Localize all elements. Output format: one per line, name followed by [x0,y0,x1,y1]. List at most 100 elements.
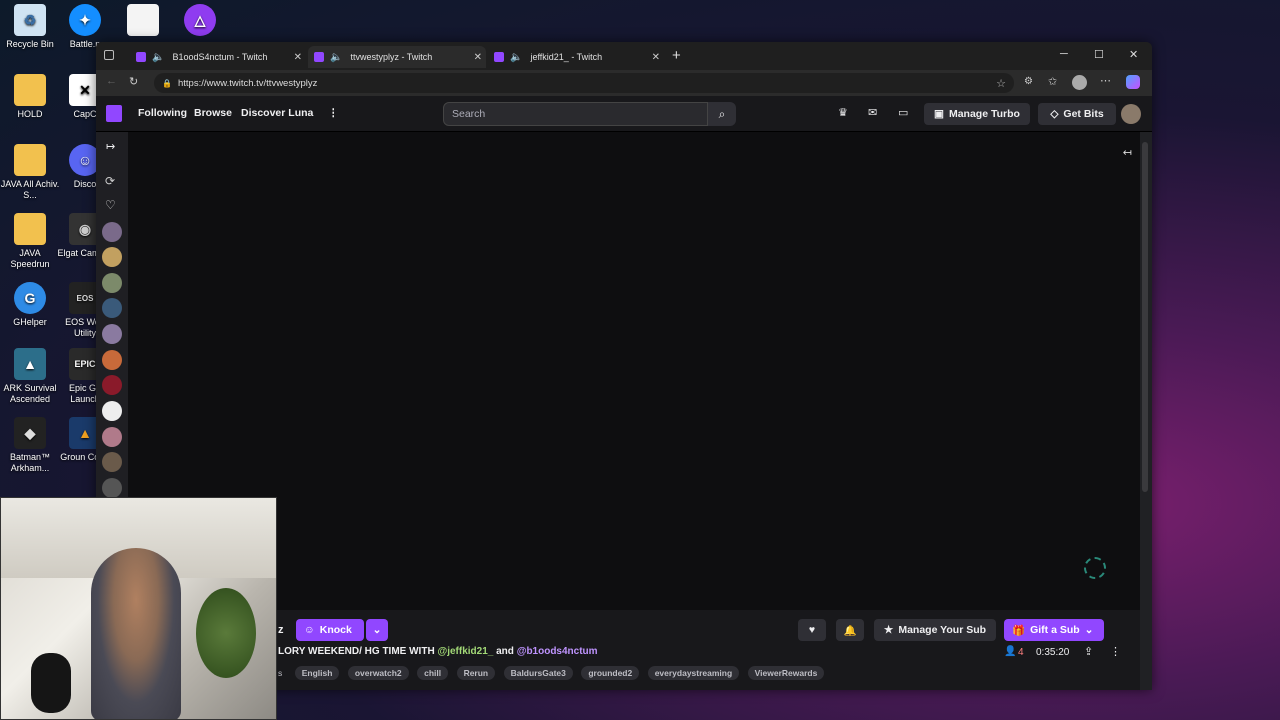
channel-avatar[interactable] [102,350,122,370]
tab-jeffkid21[interactable]: 🔈 jeffkid21_ - Twitch ✕ [488,46,664,68]
tag-pill[interactable]: everydaystreaming [647,666,740,680]
tab-ttvwestyplyz[interactable]: 🔈 ttvwestyplyz - Twitch ✕ [308,46,486,68]
tag-pill[interactable]: overwatch2 [347,666,409,680]
desktop-icon-ghelper[interactable]: G GHelper [0,282,60,328]
desktop-icon-ark[interactable]: ▲ ARK Survival Ascended [0,348,60,405]
app-icon: △ [184,4,216,36]
channel-avatar[interactable] [102,298,122,318]
share-icon[interactable]: ⇪ [1084,645,1093,658]
new-tab-button[interactable]: + [672,47,681,64]
viewer-count: 4 [1018,647,1024,658]
tab-b1oods4nctum[interactable]: 🔈 B1oodS4nctum - Twitch ✕ [130,46,306,68]
streamer-image [91,548,181,719]
whispers-icon[interactable]: ▭ [898,106,908,119]
maximize-icon[interactable]: ☐ [1094,48,1104,61]
get-bits-button[interactable]: ◇ Get Bits [1038,103,1116,125]
search-input[interactable]: Search [443,102,708,126]
crown-icon[interactable]: ♛ [838,106,848,119]
tag-pill[interactable]: Rerun [456,666,496,680]
close-tab-icon[interactable]: ✕ [652,52,660,63]
channel-avatar[interactable] [102,324,122,344]
nav-following[interactable]: Following [138,107,187,119]
tag-pill[interactable]: ViewerRewards [747,666,825,680]
battlenet-icon: ✦ [69,4,101,36]
more-options-icon[interactable]: ⋮ [1110,645,1121,658]
address-bar-row: ← ↻ 🔒 https://www.twitch.tv/ttvwestyplyz… [96,70,1152,96]
desktop-icon-java-achiv[interactable]: JAVA All Achiv. S... [0,144,60,201]
recommended-icon[interactable]: ⟳ [105,174,115,188]
tag-pill[interactable]: BaldursGate3 [503,666,573,680]
menu-dots-icon[interactable]: ⋯ [1100,74,1111,87]
twitch-favicon-icon [494,52,504,62]
mention-link[interactable]: @jeffkid21_ [437,646,493,657]
speaker-icon[interactable]: 🔈 [330,52,342,63]
more-menu-icon[interactable]: ⋮ [328,107,339,119]
manage-sub-button[interactable]: ★ Manage Your Sub [874,619,996,641]
channel-avatar[interactable] [102,427,122,447]
user-avatar[interactable] [1121,104,1141,124]
back-icon[interactable]: ← [106,75,117,87]
scrollbar[interactable] [1142,142,1148,492]
notifications-button[interactable]: 🔔 [836,619,864,641]
microphone-image [31,653,71,713]
nav-discover-luna[interactable]: Discover Luna [241,107,313,119]
url-field[interactable]: 🔒 https://www.twitch.tv/ttvwestyplyz ☆ [154,73,1014,93]
twitch-favicon-icon [314,52,324,62]
desktop-icon-app[interactable]: △ [170,4,230,39]
channel-avatar[interactable] [102,478,122,498]
close-tab-icon[interactable]: ✕ [474,52,482,63]
profile-avatar[interactable] [1072,75,1087,90]
loading-spinner-icon [1084,557,1106,579]
close-tab-icon[interactable]: ✕ [294,52,302,63]
refresh-icon[interactable]: ↻ [129,75,138,88]
speaker-icon[interactable]: 🔈 [152,52,164,63]
ark-icon: ▲ [14,348,46,380]
tag-pill[interactable]: chill [417,666,449,680]
desktop-icon-batman[interactable]: ◆ Batman™ Arkham... [0,417,60,474]
close-window-icon[interactable]: ✕ [1129,48,1138,61]
desktop-icon-hold[interactable]: HOLD [0,74,60,120]
desktop-icon-java-speedrun[interactable]: JAVA Speedrun [0,213,60,270]
tag-list: s English overwatch2 chill Rerun Baldurs… [278,663,828,681]
mention-link[interactable]: @b1oods4nctum [517,646,598,657]
followed-heart-icon[interactable]: ♡ [105,198,116,212]
tag-pill[interactable]: English [294,666,340,680]
favorites-icon[interactable]: ✩ [1048,75,1057,88]
channel-avatar[interactable] [102,375,122,395]
gift-sub-button[interactable]: 🎁 Gift a Sub ⌄ [1004,619,1104,641]
star-icon: ★ [883,624,894,636]
favorite-star-icon[interactable]: ☆ [996,77,1006,90]
viewer-icon: 👤 [1004,646,1017,657]
tab-actions-icon[interactable] [104,50,114,60]
follow-heart-button[interactable]: ♥ [798,619,826,641]
channel-avatar[interactable] [102,247,122,267]
inbox-icon[interactable]: ✉ [868,106,877,119]
minimize-icon[interactable]: ─ [1060,48,1068,60]
twitch-favicon-icon [136,52,146,62]
chevron-down-icon: ⌄ [1084,624,1094,636]
file-icon [127,4,159,36]
channel-avatar[interactable] [102,222,122,242]
twitch-logo-icon[interactable] [106,105,122,122]
channel-avatar[interactable] [102,452,122,472]
knock-button[interactable]: ☺ Knock [296,619,364,641]
manage-turbo-button[interactable]: ▣ Manage Turbo [924,103,1030,125]
knock-dropdown-button[interactable]: ⌄ [366,619,388,641]
tag-pill[interactable]: grounded2 [581,666,640,680]
extensions-icon[interactable]: ⚙ [1024,76,1033,87]
collapse-chat-icon[interactable]: ↤ [1123,146,1132,159]
desktop-icon-recycle-bin[interactable]: ♻ Recycle Bin [0,4,60,50]
gift-icon: 🎁 [1012,624,1026,637]
copilot-icon[interactable] [1126,75,1140,89]
nav-browse[interactable]: Browse [194,107,232,119]
heart-icon: ♥ [808,624,816,636]
folder-icon [14,74,46,106]
expand-sidebar-icon[interactable]: ↦ [106,140,115,153]
channel-avatar[interactable] [102,401,122,421]
plant-image [196,588,256,678]
speaker-icon[interactable]: 🔈 [510,52,522,63]
search-button[interactable]: ⌕ [708,102,736,126]
desktop-icon-file[interactable] [113,4,173,39]
video-player[interactable]: ↤ [128,132,1140,610]
channel-avatar[interactable] [102,273,122,293]
